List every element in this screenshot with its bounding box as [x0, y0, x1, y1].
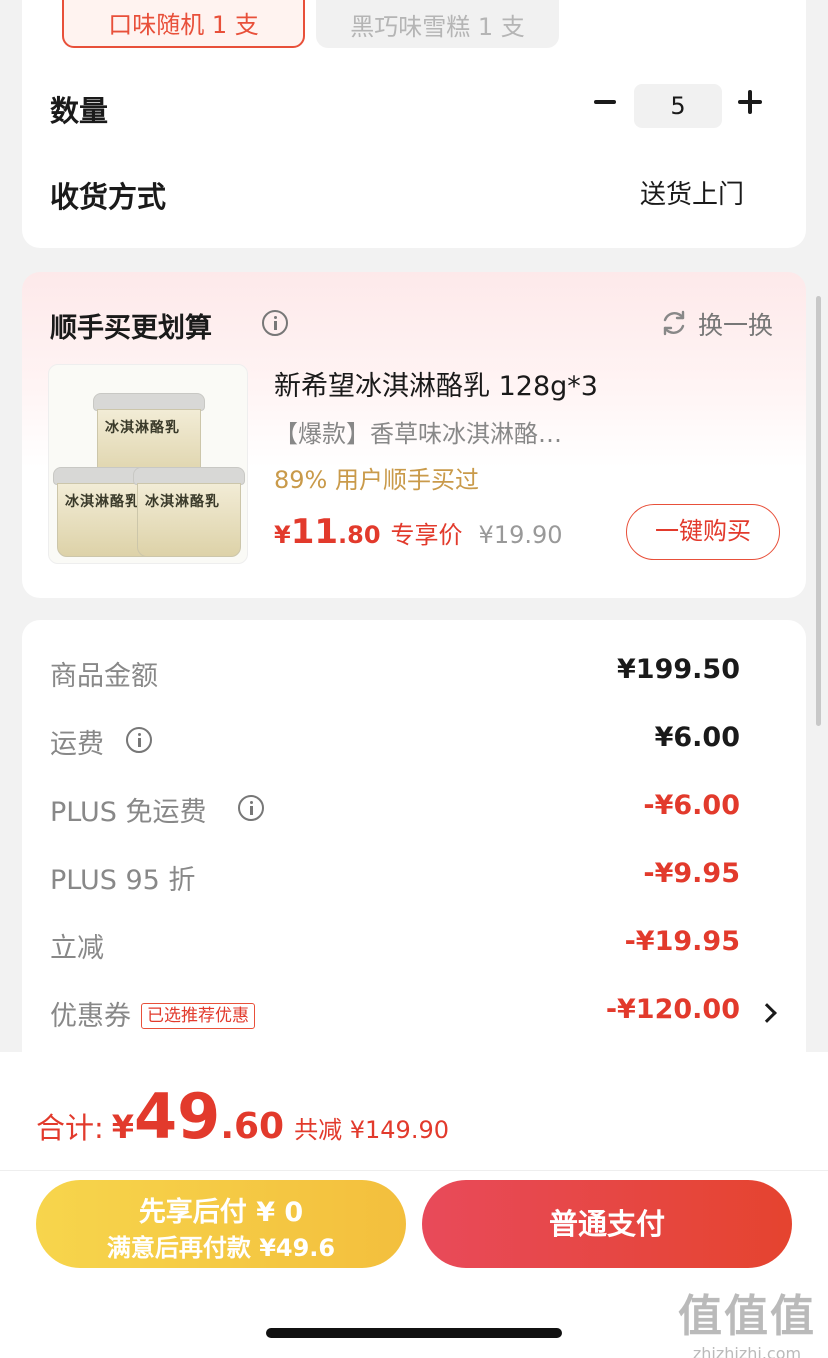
summary-value: -¥19.95 [624, 926, 740, 957]
summary-label: PLUS 免运费 [50, 797, 207, 828]
total-integer: 49 [134, 1080, 221, 1153]
option-chip[interactable]: 黑巧味雪糕 1 支 [316, 0, 559, 48]
home-indicator[interactable] [266, 1328, 562, 1338]
delivery-label: 收货方式 [50, 180, 167, 214]
product-image-label: 冰淇淋酪乳 [145, 494, 220, 510]
order-options-card: 口味随机 1 支 黑巧味雪糕 1 支 数量 5 收货方式 送货上门 [22, 0, 806, 248]
quantity-input[interactable]: 5 [634, 84, 722, 128]
normal-pay-button[interactable]: 普通支付 [422, 1180, 792, 1268]
original-price: ¥19.90 [478, 521, 563, 549]
info-icon[interactable] [126, 727, 152, 753]
recommend-title: 顺手买更划算 [50, 313, 212, 344]
price-symbol: ¥ [274, 521, 291, 549]
watermark: 值值值 zhizhizhi.com [678, 1280, 816, 1358]
product-image-label: 冰淇淋酪乳 [65, 494, 140, 510]
summary-row-shipping: 运费 ¥6.00 [50, 722, 740, 762]
summary-row-coupon[interactable]: 优惠券 已选推荐优惠 -¥120.00 [50, 994, 740, 1034]
price-tag: 专享价 [390, 521, 463, 549]
product-image-label: 冰淇淋酪乳 [105, 420, 180, 436]
total-savings: 共减 ¥149.90 [294, 1116, 449, 1144]
summary-row-instant-discount: 立减 -¥19.95 [50, 926, 740, 966]
refresh-icon[interactable] [660, 309, 688, 337]
total-label: 合计: [36, 1111, 104, 1145]
product-tub-shape: 冰淇淋酪乳 [133, 467, 245, 557]
pay-later-title: 先享后付 ¥ 0 [138, 1197, 304, 1228]
option-chip-selected-label: 口味随机 1 支 [108, 11, 259, 39]
summary-row-plus-free-shipping: PLUS 免运费 -¥6.00 [50, 790, 740, 830]
quantity-plus-button[interactable] [736, 87, 764, 117]
option-chip-selected[interactable]: 口味随机 1 支 [62, 0, 305, 48]
product-price: ¥11.80 专享价 ¥19.90 [274, 512, 563, 552]
add-on-recommend-card: 顺手买更划算 换一换 冰淇淋酪乳 冰淇淋酪乳 冰淇淋酪乳 新希望冰淇淋酪乳 12… [22, 272, 806, 598]
summary-label: PLUS 95 折 [50, 865, 196, 896]
order-total: 合计: ¥49.60 共减 ¥149.90 [36, 1080, 449, 1153]
price-summary-card: 商品金额 ¥199.50 运费 ¥6.00 PLUS 免运费 -¥6.00 PL… [22, 620, 806, 1080]
pay-later-subtitle: 满意后再付款 ¥49.6 [106, 1234, 336, 1262]
summary-label: 立减 [50, 933, 104, 964]
summary-value: ¥6.00 [654, 722, 740, 753]
coupon-badge: 已选推荐优惠 [141, 1003, 255, 1029]
watermark-logo: 值值值 [678, 1291, 816, 1342]
delivery-method-value[interactable]: 送货上门 [640, 174, 744, 211]
scrollbar[interactable] [816, 296, 821, 726]
price-integer: 11 [290, 512, 339, 552]
chevron-right-icon[interactable] [757, 1003, 777, 1023]
info-icon[interactable] [262, 310, 288, 336]
product-image[interactable]: 冰淇淋酪乳 冰淇淋酪乳 冰淇淋酪乳 [48, 364, 248, 564]
option-chip-label: 黑巧味雪糕 1 支 [350, 13, 525, 41]
summary-row-subtotal: 商品金额 ¥199.50 [50, 654, 740, 694]
pay-later-button[interactable]: 先享后付 ¥ 0 满意后再付款 ¥49.6 [36, 1180, 406, 1268]
product-purchase-stat: 89% 用户顺手买过 [274, 466, 479, 494]
price-decimal: .80 [338, 521, 381, 549]
product-name[interactable]: 新希望冰淇淋酪乳 128g*3 [274, 364, 598, 403]
summary-value: ¥199.50 [617, 654, 740, 685]
summary-label: 优惠券 [50, 1001, 131, 1032]
summary-value: -¥120.00 [605, 994, 740, 1025]
summary-value: -¥6.00 [643, 790, 740, 821]
refresh-button[interactable]: 换一换 [698, 306, 773, 342]
quantity-label: 数量 [50, 94, 109, 128]
summary-value: -¥9.95 [643, 858, 740, 889]
one-click-buy-button[interactable]: 一键购买 [626, 504, 780, 560]
product-description: 【爆款】香草味冰淇淋酪… [274, 420, 562, 448]
watermark-url: zhizhizhi.com [692, 1344, 802, 1358]
summary-row-plus-discount: PLUS 95 折 -¥9.95 [50, 858, 740, 898]
quantity-minus-button[interactable] [592, 87, 620, 117]
info-icon[interactable] [238, 795, 264, 821]
summary-label: 商品金额 [50, 661, 158, 692]
divider [0, 1170, 828, 1171]
coupon-label-group: 优惠券 已选推荐优惠 [50, 994, 255, 1033]
total-decimal: .60 [220, 1106, 285, 1147]
summary-label: 运费 [50, 729, 104, 760]
total-symbol: ¥ [111, 1108, 135, 1146]
